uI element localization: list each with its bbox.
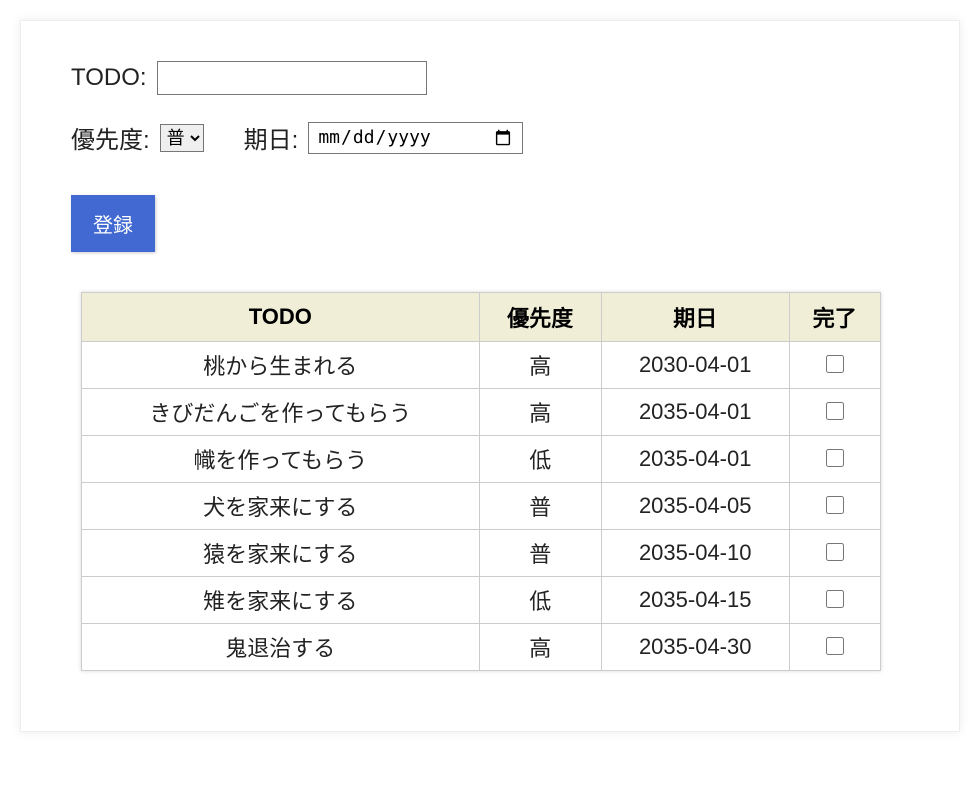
cell-done	[789, 530, 880, 577]
cell-date: 2035-04-30	[601, 624, 789, 671]
cell-done	[789, 624, 880, 671]
cell-todo: 雉を家来にする	[82, 577, 480, 624]
done-checkbox[interactable]	[826, 496, 844, 514]
cell-date: 2030-04-01	[601, 342, 789, 389]
cell-done	[789, 436, 880, 483]
cell-todo: 犬を家来にする	[82, 483, 480, 530]
cell-date: 2035-04-05	[601, 483, 789, 530]
cell-priority: 普	[479, 530, 601, 577]
table-row: 猿を家来にする普2035-04-10	[82, 530, 881, 577]
cell-priority: 普	[479, 483, 601, 530]
todo-input[interactable]	[157, 61, 427, 95]
cell-date: 2035-04-01	[601, 389, 789, 436]
cell-date: 2035-04-15	[601, 577, 789, 624]
priority-date-row: 優先度: 高普低 期日:	[71, 120, 909, 155]
table-row: きびだんごを作ってもらう高2035-04-01	[82, 389, 881, 436]
todo-table: TODO 優先度 期日 完了 桃から生まれる高2030-04-01きびだんごを作…	[81, 292, 881, 671]
priority-select[interactable]: 高普低	[160, 124, 204, 152]
todo-label: TODO:	[71, 64, 147, 92]
cell-todo: 桃から生まれる	[82, 342, 480, 389]
priority-label: 優先度:	[71, 120, 150, 155]
done-checkbox[interactable]	[826, 590, 844, 608]
table-row: 幟を作ってもらう低2035-04-01	[82, 436, 881, 483]
cell-priority: 高	[479, 342, 601, 389]
table-row: 鬼退治する高2035-04-30	[82, 624, 881, 671]
cell-date: 2035-04-10	[601, 530, 789, 577]
table-header-row: TODO 優先度 期日 完了	[82, 293, 881, 342]
done-checkbox[interactable]	[826, 449, 844, 467]
done-checkbox[interactable]	[826, 402, 844, 420]
header-done: 完了	[789, 293, 880, 342]
cell-priority: 低	[479, 436, 601, 483]
cell-done	[789, 389, 880, 436]
cell-done	[789, 577, 880, 624]
cell-todo: きびだんごを作ってもらう	[82, 389, 480, 436]
header-todo: TODO	[82, 293, 480, 342]
submit-button[interactable]: 登録	[71, 195, 155, 252]
done-checkbox[interactable]	[826, 543, 844, 561]
cell-todo: 猿を家来にする	[82, 530, 480, 577]
cell-priority: 高	[479, 624, 601, 671]
done-checkbox[interactable]	[826, 637, 844, 655]
table-row: 犬を家来にする普2035-04-05	[82, 483, 881, 530]
todo-app: TODO: 優先度: 高普低 期日: 登録 TODO 優先度 期日 完了 桃から…	[20, 20, 960, 732]
cell-done	[789, 483, 880, 530]
cell-priority: 低	[479, 577, 601, 624]
cell-todo: 幟を作ってもらう	[82, 436, 480, 483]
table-row: 雉を家来にする低2035-04-15	[82, 577, 881, 624]
header-date: 期日	[601, 293, 789, 342]
cell-todo: 鬼退治する	[82, 624, 480, 671]
header-priority: 優先度	[479, 293, 601, 342]
date-label: 期日:	[244, 120, 299, 155]
todo-input-row: TODO:	[71, 61, 909, 95]
cell-done	[789, 342, 880, 389]
table-row: 桃から生まれる高2030-04-01	[82, 342, 881, 389]
done-checkbox[interactable]	[826, 355, 844, 373]
cell-date: 2035-04-01	[601, 436, 789, 483]
cell-priority: 高	[479, 389, 601, 436]
date-input[interactable]	[308, 122, 523, 154]
